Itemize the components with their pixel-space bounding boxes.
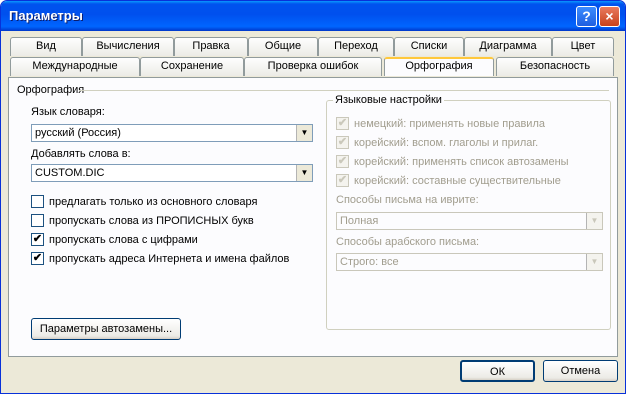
close-button[interactable]: × — [599, 6, 620, 27]
tab-lists[interactable]: Списки — [394, 37, 464, 56]
checkbox-ignore-uppercase[interactable]: пропускать слова из ПРОПИСНЫХ букв — [31, 214, 254, 228]
checkmark-icon[interactable]: ✔ — [336, 174, 349, 187]
chevron-down-icon[interactable]: ▼ — [586, 254, 602, 270]
checkmark-icon[interactable]: ✔ — [31, 252, 44, 265]
autocorrect-options-button[interactable]: Параметры автозамены... — [31, 318, 181, 340]
hebrew-modes-label: Способы письма на иврите: — [336, 194, 479, 206]
tab-transition[interactable]: Переход — [318, 37, 394, 56]
arabic-modes-value: Строго: все — [340, 256, 399, 268]
dictionary-language-label: Язык словаря: — [31, 106, 105, 118]
tab-color[interactable]: Цвет — [552, 37, 614, 56]
add-words-select[interactable]: CUSTOM.DIC ▼ — [31, 164, 313, 182]
chevron-down-icon[interactable]: ▼ — [296, 165, 312, 181]
cancel-button[interactable]: Отмена — [543, 360, 618, 382]
checkbox-korean-compound-nouns[interactable]: ✔ корейский: составные существительные — [336, 174, 561, 188]
checkmark-icon[interactable]: ✔ — [336, 136, 349, 149]
tab-spelling[interactable]: Орфография — [384, 57, 494, 76]
tab-general[interactable]: Общие — [248, 37, 318, 56]
spelling-panel: Орфография Язык словаря: русский (Россия… — [8, 77, 618, 357]
add-words-value: CUSTOM.DIC — [35, 167, 105, 179]
tab-error-checking[interactable]: Проверка ошибок — [244, 57, 382, 76]
dictionary-language-select[interactable]: русский (Россия) ▼ — [31, 124, 313, 142]
tab-international[interactable]: Международные — [10, 57, 140, 76]
section-divider — [79, 90, 609, 91]
checkbox-box[interactable] — [31, 195, 44, 208]
help-button[interactable]: ? — [576, 6, 597, 27]
options-dialog: Параметры ? × Вид Вычисления Правка Общи… — [0, 0, 626, 394]
tab-security[interactable]: Безопасность — [496, 57, 614, 76]
language-settings-title: Языковые настройки — [333, 94, 444, 106]
chevron-down-icon[interactable]: ▼ — [296, 125, 312, 141]
checkbox-main-dictionary-only[interactable]: предлагать только из основного словаря — [31, 195, 257, 209]
checkbox-ignore-numbers[interactable]: ✔ пропускать слова с цифрами — [31, 233, 198, 247]
window-title: Параметры — [9, 8, 83, 23]
tab-calculation[interactable]: Вычисления — [82, 37, 174, 56]
tab-row-1: Вид Вычисления Правка Общие Переход Спис… — [8, 37, 614, 56]
add-words-label: Добавлять слова в: — [31, 148, 131, 160]
language-settings-group: Языковые настройки ✔ немецкий: применять … — [326, 94, 611, 330]
tab-view[interactable]: Вид — [10, 37, 82, 56]
tab-chart[interactable]: Диаграмма — [464, 37, 552, 56]
tab-row-2: Международные Сохранение Проверка ошибок… — [8, 57, 614, 76]
chevron-down-icon[interactable]: ▼ — [586, 213, 602, 229]
dictionary-language-value: русский (Россия) — [35, 127, 121, 139]
checkmark-icon[interactable]: ✔ — [31, 233, 44, 246]
title-bar[interactable]: Параметры ? × — [1, 1, 625, 31]
ok-button[interactable]: ОК — [460, 360, 535, 382]
tab-edit[interactable]: Правка — [174, 37, 248, 56]
arabic-modes-label: Способы арабского письма: — [336, 236, 480, 248]
hebrew-modes-select[interactable]: Полная ▼ — [336, 212, 603, 230]
checkbox-german-rules[interactable]: ✔ немецкий: применять новые правила — [336, 117, 545, 131]
checkbox-box[interactable] — [31, 214, 44, 227]
arabic-modes-select[interactable]: Строго: все ▼ — [336, 253, 603, 271]
checkmark-icon[interactable]: ✔ — [336, 117, 349, 130]
section-title: Орфография — [17, 84, 85, 96]
checkbox-korean-aux-verbs[interactable]: ✔ корейский: вспом. глаголы и прилаг. — [336, 136, 538, 150]
checkbox-korean-autocorrect[interactable]: ✔ корейский: применять список автозамены — [336, 155, 569, 169]
checkmark-icon[interactable]: ✔ — [336, 155, 349, 168]
checkbox-ignore-urls[interactable]: ✔ пропускать адреса Интернета и имена фай… — [31, 252, 289, 266]
dialog-content: Вид Вычисления Правка Общие Переход Спис… — [4, 31, 622, 391]
tab-save[interactable]: Сохранение — [140, 57, 244, 76]
hebrew-modes-value: Полная — [340, 215, 379, 227]
